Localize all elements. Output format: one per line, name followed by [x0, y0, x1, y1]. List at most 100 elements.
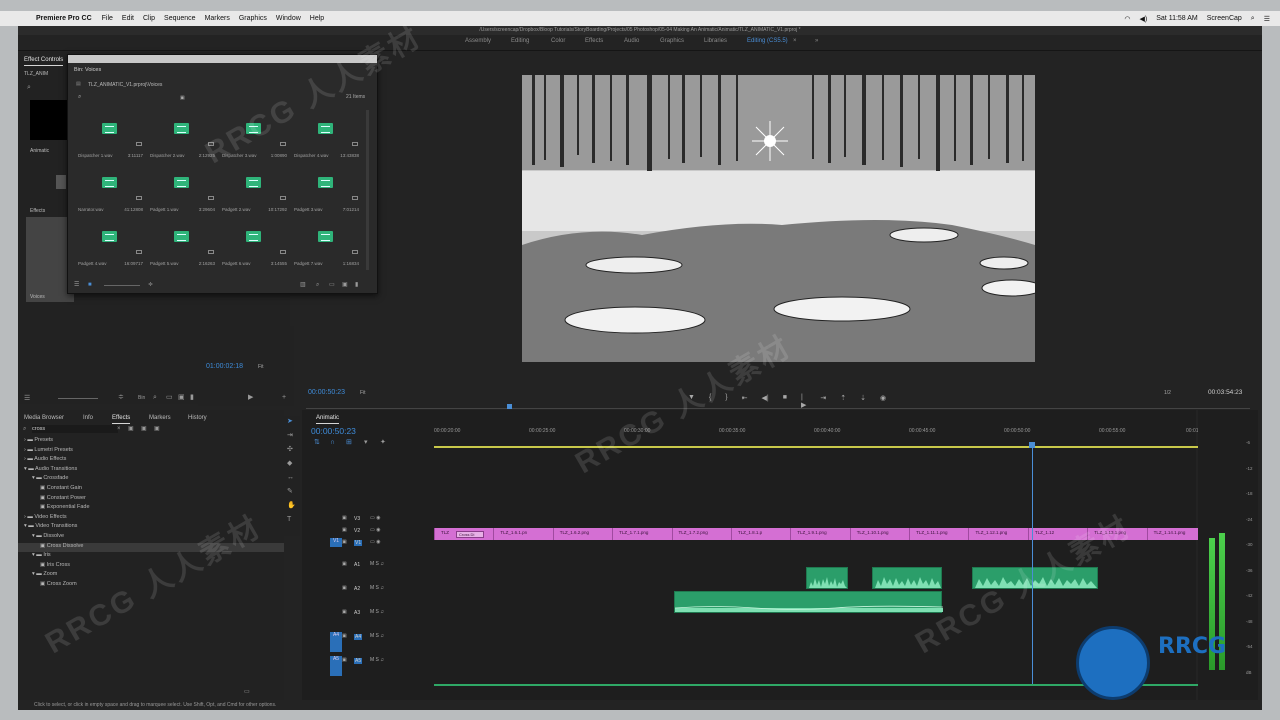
lock-icon[interactable]: ▣	[342, 527, 347, 533]
user-name[interactable]: ScreenCap	[1207, 15, 1242, 22]
menu-graphics[interactable]: Graphics	[239, 15, 267, 22]
workspace-editing[interactable]: Editing	[511, 38, 529, 44]
visibility-icons[interactable]: ▭ ◉	[370, 539, 380, 545]
track-header-a5[interactable]: A5 A5 ▣ M S ♫	[302, 656, 434, 678]
source-patch-a5[interactable]: A5	[330, 656, 342, 676]
new-bin-icon[interactable]: ▭	[244, 688, 250, 696]
list-view-icon[interactable]: ☰	[24, 395, 30, 403]
effect-item[interactable]: ▣ Exponential Fade	[18, 504, 284, 513]
effects-folder[interactable]: ▾ ▬ Zoom	[18, 571, 284, 580]
lock-icon[interactable]: ▣	[342, 633, 347, 639]
track-label[interactable]: A2	[354, 586, 360, 592]
effect-item[interactable]: ▣ Cross Zoom	[18, 581, 284, 590]
track-label[interactable]: A1	[354, 562, 360, 568]
menu-clip[interactable]: Clip	[143, 15, 155, 22]
camera-icon[interactable]: ◉	[880, 394, 886, 404]
stop-icon[interactable]: ■	[783, 394, 787, 404]
menu-window[interactable]: Window	[276, 15, 301, 22]
program-ratio[interactable]: 1/2	[1164, 390, 1171, 396]
video-clip[interactable]: TLZ_1.12	[1027, 528, 1088, 540]
search-bin-icon[interactable]: ⌕	[153, 394, 157, 402]
new-bin-icon[interactable]: ▭	[166, 394, 173, 402]
time-ruler[interactable]: 00:00:20:00 00:00:25:00 00:00:30:00 00:00:3…	[434, 428, 1199, 440]
effects-folder[interactable]: › ▬ Lumetri Presets	[18, 447, 284, 456]
video-clip[interactable]: TLZ_1.7.2.png	[671, 528, 731, 540]
cross-dissolve-transition[interactable]: Cross Di	[456, 531, 484, 538]
video-clip[interactable]: TLZ_1.8.1.p	[730, 528, 791, 540]
mute-solo-icons[interactable]: M S ♫	[370, 609, 384, 615]
effects-folder[interactable]: ▾ ▬ Audio Transitions	[18, 466, 284, 475]
selection-tool-icon[interactable]: ➤	[287, 418, 293, 426]
close-workspace-icon[interactable]: ×	[793, 38, 797, 44]
video-clip[interactable]: TLZ_1.6.1.pn	[493, 528, 553, 540]
clock[interactable]: Sat 11:58 AM	[1156, 15, 1198, 22]
track-label[interactable]: V1	[354, 540, 363, 546]
video-clip[interactable]: TLZ_1.10.1.png	[849, 528, 910, 540]
slip-tool-icon[interactable]: ↔	[287, 474, 294, 482]
tab-effect-controls[interactable]: Effect Controls	[24, 57, 64, 66]
workspace-color[interactable]: Color	[551, 38, 565, 44]
tab-history[interactable]: History	[188, 415, 207, 421]
source-timecode[interactable]: 01:00:02:18	[206, 363, 243, 370]
bin-clip-thumb[interactable]: Padgett 7.wav 1:16834	[290, 218, 361, 272]
zoom-slider[interactable]	[58, 398, 98, 399]
bin-clip-thumb[interactable]: Dispatcher 2.wav 2:12925	[146, 110, 217, 164]
menu-sequence[interactable]: Sequence	[164, 15, 196, 22]
lock-icon[interactable]: ▣	[342, 609, 347, 615]
video-clip[interactable]: TLZ_1.9.1.png	[790, 528, 850, 540]
bin-clip-thumb[interactable]: Padgett 2.wav 10:17292	[218, 164, 289, 218]
search-icon[interactable]: ⌕	[78, 94, 81, 101]
pen-tool-icon[interactable]: ✎	[287, 488, 293, 496]
workspace-effects[interactable]: Effects	[585, 38, 603, 44]
program-fit[interactable]: Fit	[360, 390, 366, 396]
icon-view-icon[interactable]: ■	[88, 281, 92, 289]
mark-in-icon[interactable]: {	[709, 394, 711, 404]
hand-tool-icon[interactable]: ✋	[287, 502, 296, 510]
automate-icon[interactable]: ▥	[300, 281, 306, 289]
bin-clip-thumb[interactable]: Padgett 6.wav 3:14555	[218, 218, 289, 272]
video-clip[interactable]: TLZ_1.12.1.png	[968, 528, 1028, 540]
more-workspaces-icon[interactable]: »	[815, 38, 818, 44]
type-tool-icon[interactable]: T	[287, 516, 291, 524]
folder-icon[interactable]	[56, 175, 66, 189]
mute-solo-icons[interactable]: M S ♫	[370, 585, 384, 591]
effects-folder[interactable]: ▾ ▬ Dissolve	[18, 533, 284, 542]
audio-clip[interactable]	[806, 567, 848, 589]
tab-markers[interactable]: Markers	[149, 415, 171, 421]
mark-out-icon[interactable]: }	[725, 394, 727, 404]
step-back-icon[interactable]: ◀|	[762, 394, 769, 404]
workspace-editing-cs55[interactable]: Editing (CS5.5)	[747, 38, 788, 44]
effects-folder[interactable]: ▾ ▬ Iris	[18, 552, 284, 561]
workspace-audio[interactable]: Audio	[624, 38, 639, 44]
program-timecode[interactable]: 00:00:50:23	[308, 389, 345, 396]
effect-item[interactable]: ▣ Constant Gain	[18, 485, 284, 494]
track-label[interactable]: A4	[354, 634, 363, 640]
new-item-icon[interactable]: ▣	[178, 394, 185, 402]
go-to-out-icon[interactable]: ⇥	[820, 394, 826, 404]
bin-clip-thumb[interactable]: Narrator.wav 41:12808	[74, 164, 145, 218]
bin-clip-thumb[interactable]: Padgett 3.wav 7:01214	[290, 164, 361, 218]
track-header-a3[interactable]: A3 ▣ M S ♫	[302, 608, 434, 630]
workspace-graphics[interactable]: Graphics	[660, 38, 684, 44]
source-patch-v1[interactable]: V1	[330, 538, 342, 547]
bin-clip-thumb[interactable]: Dispatcher 4.wav 13:43838	[290, 110, 361, 164]
track-header-a4[interactable]: A4 A4 ▣ M S ♫	[302, 632, 434, 654]
timeline-playhead[interactable]	[1032, 446, 1033, 686]
audio-clip[interactable]	[872, 567, 942, 589]
timeline-timecode[interactable]: 00:00:50:23	[311, 426, 356, 436]
new-bin-icon[interactable]: ▭	[329, 281, 335, 289]
32bit-effects-icon[interactable]: ▣	[141, 425, 147, 433]
tab-info[interactable]: Info	[83, 415, 93, 421]
razor-tool-icon[interactable]: ◆	[287, 460, 292, 468]
effects-folder[interactable]: › ▬ Presets	[18, 437, 284, 446]
menu-markers[interactable]: Markers	[205, 15, 230, 22]
track-label[interactable]: V2	[354, 528, 360, 534]
video-clip[interactable]: TLZ_1.11.1.png	[909, 528, 969, 540]
work-area-bar[interactable]	[434, 446, 1206, 448]
lock-icon[interactable]: ▣	[342, 585, 347, 591]
track-header-v2[interactable]: V2 ▣ ▭ ◉	[302, 526, 434, 538]
menu-edit[interactable]: Edit	[122, 15, 134, 22]
ripple-edit-tool-icon[interactable]: ✣	[287, 446, 293, 454]
bin-scrollbar[interactable]	[366, 110, 369, 270]
mute-solo-icons[interactable]: M S ♫	[370, 633, 384, 639]
